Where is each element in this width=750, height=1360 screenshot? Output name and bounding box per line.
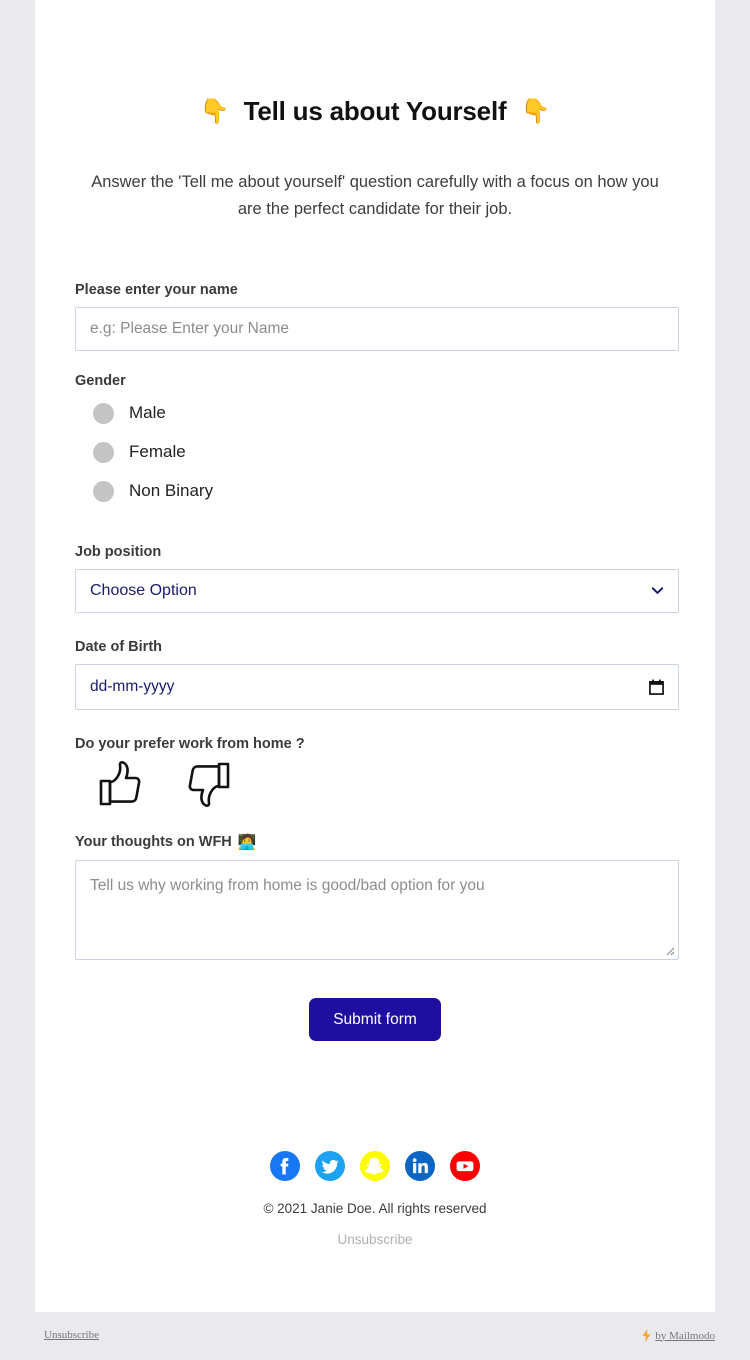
gender-option-label: Male — [129, 403, 166, 423]
name-input[interactable]: e.g: Please Enter your Name — [75, 306, 679, 351]
gender-radio-group: Male Female Non Binary — [93, 402, 675, 502]
email-page: 👇 Tell us about Yourself 👇 Answer the 'T… — [0, 0, 750, 1360]
submit-form-button[interactable]: Submit form — [309, 997, 441, 1041]
gender-option-label: Female — [129, 442, 186, 462]
social-links — [35, 1150, 715, 1181]
pointing-down-icon-right: 👇 — [520, 97, 551, 125]
gender-field-label-text: Gender — [75, 372, 126, 389]
thumbs-down-icon[interactable] — [188, 761, 232, 807]
card-unsubscribe-link[interactable]: Unsubscribe — [35, 1232, 715, 1247]
powered-by-mailmodo-text: by Mailmodo — [655, 1329, 715, 1342]
outer-footer-bar: Unsubscribe by Mailmodo — [0, 1312, 750, 1360]
radio-icon-female[interactable] — [93, 441, 114, 463]
gender-field-label: Gender — [75, 373, 675, 389]
dob-field-label-text: Date of Birth — [75, 638, 162, 655]
submit-row: Submit form — [75, 997, 675, 1041]
copyright-text: © 2021 Janie Doe. All rights reserved — [263, 1200, 487, 1216]
hero-section: 👇 Tell us about Yourself 👇 Answer the 'T… — [35, 0, 715, 222]
dob-input-placeholder: dd-mm-yyyy — [90, 677, 175, 695]
gender-option-female[interactable]: Female — [93, 441, 675, 463]
survey-form: Please enter your name e.g: Please Enter… — [75, 282, 679, 1041]
gender-option-non-binary[interactable]: Non Binary — [93, 480, 675, 502]
snapchat-icon[interactable] — [360, 1150, 390, 1181]
name-input-placeholder: e.g: Please Enter your Name — [90, 319, 290, 337]
pointing-down-icon-left: 👇 — [199, 97, 230, 125]
gender-option-label: Non Binary — [129, 481, 214, 501]
thumbs-up-icon[interactable] — [97, 761, 141, 807]
job-position-field-label-text: Job position — [75, 543, 162, 560]
wfh-field-label: Do your prefer work from home ? — [75, 736, 675, 752]
youtube-icon[interactable] — [450, 1150, 480, 1181]
twitter-icon[interactable] — [315, 1150, 345, 1181]
name-field-label: Please enter your name — [75, 282, 675, 298]
job-position-selected-value: Choose Option — [90, 581, 197, 599]
resize-handle[interactable] — [664, 945, 675, 956]
job-position-select[interactable]: Choose Option — [75, 568, 679, 613]
page-title-text: Tell us about Yourself — [243, 96, 507, 126]
facebook-icon[interactable] — [270, 1150, 300, 1181]
chevron-down-icon — [651, 587, 664, 595]
wfh-thumbs-group — [97, 761, 675, 807]
technologist-icon: 🧑‍💻 — [237, 833, 257, 851]
thoughts-field-label-text: Your thoughts on WFH — [75, 833, 232, 850]
wfh-field-label-text: Do your prefer work from home ? — [75, 735, 305, 752]
page-subtitle: Answer the 'Tell me about yourself' ques… — [91, 173, 659, 218]
radio-icon-male[interactable] — [93, 402, 114, 424]
job-position-field-label: Job position — [75, 544, 675, 560]
dob-input[interactable]: dd-mm-yyyy — [75, 663, 679, 710]
radio-icon-non-binary[interactable] — [93, 480, 114, 502]
footer-unsubscribe-link[interactable]: Unsubscribe — [44, 1329, 99, 1341]
name-field-label-text: Please enter your name — [75, 281, 238, 298]
lightning-bolt-icon — [643, 1329, 651, 1342]
powered-by-mailmodo[interactable]: by Mailmodo — [642, 1329, 715, 1342]
thoughts-field-label: Your thoughts on WFH 🧑‍💻 — [75, 833, 675, 851]
linkedin-icon[interactable] — [405, 1150, 435, 1181]
thoughts-textarea-placeholder: Tell us why working from home is good/ba… — [90, 876, 485, 894]
card-footer: © 2021 Janie Doe. All rights reserved Un… — [35, 1150, 715, 1247]
dob-field-label: Date of Birth — [75, 639, 675, 655]
thoughts-textarea[interactable]: Tell us why working from home is good/ba… — [75, 859, 679, 960]
calendar-icon[interactable] — [649, 679, 664, 695]
email-card: 👇 Tell us about Yourself 👇 Answer the 'T… — [35, 0, 715, 1312]
gender-option-male[interactable]: Male — [93, 402, 675, 424]
page-title: 👇 Tell us about Yourself 👇 — [35, 96, 715, 127]
